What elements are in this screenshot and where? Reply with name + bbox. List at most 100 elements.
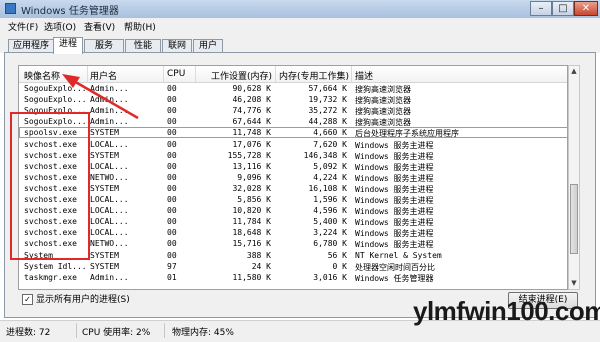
column-cpu[interactable]: CPU xyxy=(167,69,185,79)
cell-user-name: NETWO... xyxy=(90,239,129,249)
cell-working-set: 18,648 K xyxy=(232,228,271,238)
process-row[interactable]: SogouExplo... Admin... 00 67,644 K 44,288 K搜… xyxy=(19,116,567,127)
cell-working-set: 10,820 K xyxy=(232,206,271,216)
column-description[interactable]: 描述 xyxy=(355,69,373,82)
column-divider[interactable] xyxy=(163,66,164,82)
tab-services[interactable]: 服务 xyxy=(84,39,124,53)
cell-user-name: SYSTEM xyxy=(90,183,119,193)
title-bar: Windows 任务管理器 – □ ✕ xyxy=(0,0,600,18)
process-row[interactable]: svchost.exe NETWO... 00 9,096 K 4,224 K Windo… xyxy=(19,172,567,183)
cell-user-name: SYSTEM xyxy=(90,150,119,160)
process-list[interactable]: 映像名称 用户名 CPU 工作设置(内存) 内存(专用工作集) 描述 Sogou… xyxy=(18,65,568,290)
cell-private-set: 4,224 K xyxy=(313,172,347,182)
cell-image-name: SogouExplo... xyxy=(24,95,86,105)
cell-image-name: svchost.exe xyxy=(24,195,77,204)
cell-user-name: LOCAL... xyxy=(90,139,129,149)
cell-user-name: LOCAL... xyxy=(90,195,129,204)
process-row[interactable]: System Idl... SYSTEM 97 24 K0 K 处理器空闲时间百分比 xyxy=(19,261,567,272)
cell-working-set: 32,028 K xyxy=(232,183,271,193)
column-private-working-set[interactable]: 内存(专用工作集) xyxy=(279,69,349,82)
process-row[interactable]: svchost.exe SYSTEM 00 155,728 K 146,348 K Win… xyxy=(19,150,567,161)
column-divider[interactable] xyxy=(87,66,88,82)
process-row[interactable]: svchost.exe LOCAL... 00 11,784 K 5,400 K Wind… xyxy=(19,216,567,227)
cell-private-set: 3,016 K xyxy=(313,272,347,282)
cell-image-name: svchost.exe xyxy=(24,161,77,171)
process-row[interactable]: svchost.exe LOCAL... 00 17,076 K 7,620 K Wind… xyxy=(19,139,567,150)
cell-user-name: Admin... xyxy=(90,95,129,105)
menu-help[interactable]: 帮助(H) xyxy=(124,20,156,33)
cell-image-name: System xyxy=(24,250,53,260)
process-row[interactable]: taskmgr.exe Admin... 01 11,580 K 3,016 K Wind… xyxy=(19,272,567,283)
cell-user-name: LOCAL... xyxy=(90,228,129,238)
process-row[interactable]: svchost.exe LOCAL... 00 5,856 K 1,596 K Windo… xyxy=(19,194,567,205)
cell-private-set: 7,620 K xyxy=(313,139,347,149)
process-row[interactable] xyxy=(19,283,567,289)
process-row[interactable]: svchost.exe NETWO... 00 15,716 K 6,780 K Wind… xyxy=(19,238,567,249)
cell-cpu: 00 xyxy=(167,95,177,105)
process-row[interactable]: SogouExplo... Admin... 00 74,776 K 35,272 K搜… xyxy=(19,105,567,116)
process-row[interactable]: System SYSTEM 00 388 K 56 K NT Kernel & Syste… xyxy=(19,250,567,261)
column-user-name[interactable]: 用户名 xyxy=(90,69,117,82)
menu-options[interactable]: 选项(O) xyxy=(44,20,76,33)
scroll-down-icon[interactable]: ▼ xyxy=(569,278,579,289)
cell-private-set: 1,596 K xyxy=(313,195,347,204)
column-divider[interactable] xyxy=(275,66,276,82)
checkbox-box[interactable]: ✓ xyxy=(22,294,33,305)
cell-working-set: 67,644 K xyxy=(232,117,271,127)
cell-working-set: 13,116 K xyxy=(232,161,271,171)
menu-file[interactable]: 文件(F) xyxy=(8,20,38,33)
process-row[interactable]: svchost.exe LOCAL... 00 13,116 K 5,092 K Wind… xyxy=(19,161,567,172)
process-row[interactable]: svchost.exe SYSTEM 00 32,028 K 16,108 K Windo… xyxy=(19,183,567,194)
column-divider[interactable] xyxy=(351,66,352,82)
column-divider[interactable] xyxy=(195,66,196,82)
show-all-label: 显示所有用户的进程(S) xyxy=(36,295,130,305)
cell-image-name: taskmgr.exe xyxy=(24,272,77,282)
cell-image-name: svchost.exe xyxy=(24,206,77,216)
tab-networking[interactable]: 联网 xyxy=(162,39,192,53)
process-row[interactable]: svchost.exe LOCAL... 00 18,648 K 3,224 K Wind… xyxy=(19,227,567,238)
cell-private-set: 5,092 K xyxy=(313,161,347,171)
cell-private-set: 44,288 K xyxy=(308,117,347,127)
cell-image-name: spoolsv.exe xyxy=(24,128,77,138)
process-row[interactable]: spoolsv.exe SYSTEM 00 11,748 K 4,660 K 后台处理程序… xyxy=(19,127,567,139)
show-all-processes-checkbox[interactable]: ✓ 显示所有用户的进程(S) xyxy=(22,292,130,305)
menu-bar: 文件(F) 选项(O) 查看(V) 帮助(H) xyxy=(0,18,600,34)
cell-user-name: SYSTEM xyxy=(90,128,119,138)
close-button[interactable]: ✕ xyxy=(574,1,598,16)
column-working-set[interactable]: 工作设置(内存) xyxy=(211,69,272,82)
cell-private-set: 4,596 K xyxy=(313,206,347,216)
cell-image-name: SogouExplo... xyxy=(24,84,86,93)
maximize-button[interactable]: □ xyxy=(552,1,574,16)
cell-cpu: 00 xyxy=(167,161,177,171)
cell-cpu: 00 xyxy=(167,239,177,249)
vertical-scrollbar[interactable]: ▲ ▼ xyxy=(568,65,580,290)
process-row[interactable]: SogouExplo... Admin... 00 90,628 K 57,664 K搜… xyxy=(19,83,567,94)
status-divider xyxy=(164,323,165,338)
cell-private-set: 0 K xyxy=(332,261,347,271)
tab-processes[interactable]: 进程 xyxy=(53,37,83,54)
scroll-thumb[interactable] xyxy=(570,184,578,254)
process-row[interactable]: svchost.exe LOCAL... 00 10,820 K 4,596 K Wind… xyxy=(19,205,567,216)
column-header-row: 映像名称 用户名 CPU 工作设置(内存) 内存(专用工作集) 描述 xyxy=(19,66,567,83)
menu-view[interactable]: 查看(V) xyxy=(84,20,115,33)
cell-cpu: 00 xyxy=(167,195,177,204)
minimize-button[interactable]: – xyxy=(530,1,552,16)
process-row[interactable]: SogouExplo... Admin... 00 46,208 K 19,732 K搜… xyxy=(19,94,567,105)
cell-private-set: 19,732 K xyxy=(308,95,347,105)
cell-working-set: 5,856 K xyxy=(237,195,271,204)
scroll-up-icon[interactable]: ▲ xyxy=(569,66,579,77)
tab-performance[interactable]: 性能 xyxy=(125,39,161,53)
cell-working-set: 90,628 K xyxy=(232,84,271,93)
cell-cpu: 00 xyxy=(167,228,177,238)
cell-private-set: 4,660 K xyxy=(313,128,347,138)
cell-image-name: svchost.exe xyxy=(24,228,77,238)
cell-working-set: 15,716 K xyxy=(232,239,271,249)
cell-working-set: 46,208 K xyxy=(232,95,271,105)
window-title: Windows 任务管理器 xyxy=(21,6,119,17)
cell-working-set: 155,728 K xyxy=(227,150,271,160)
tab-users[interactable]: 用户 xyxy=(193,39,223,53)
tab-applications[interactable]: 应用程序 xyxy=(8,39,54,53)
tab-bar: 应用程序 进程 服务 性能 联网 用户 xyxy=(0,34,600,54)
status-cpu-usage: CPU 使用率: 2% xyxy=(82,328,151,338)
column-image-name[interactable]: 映像名称 xyxy=(24,69,60,82)
